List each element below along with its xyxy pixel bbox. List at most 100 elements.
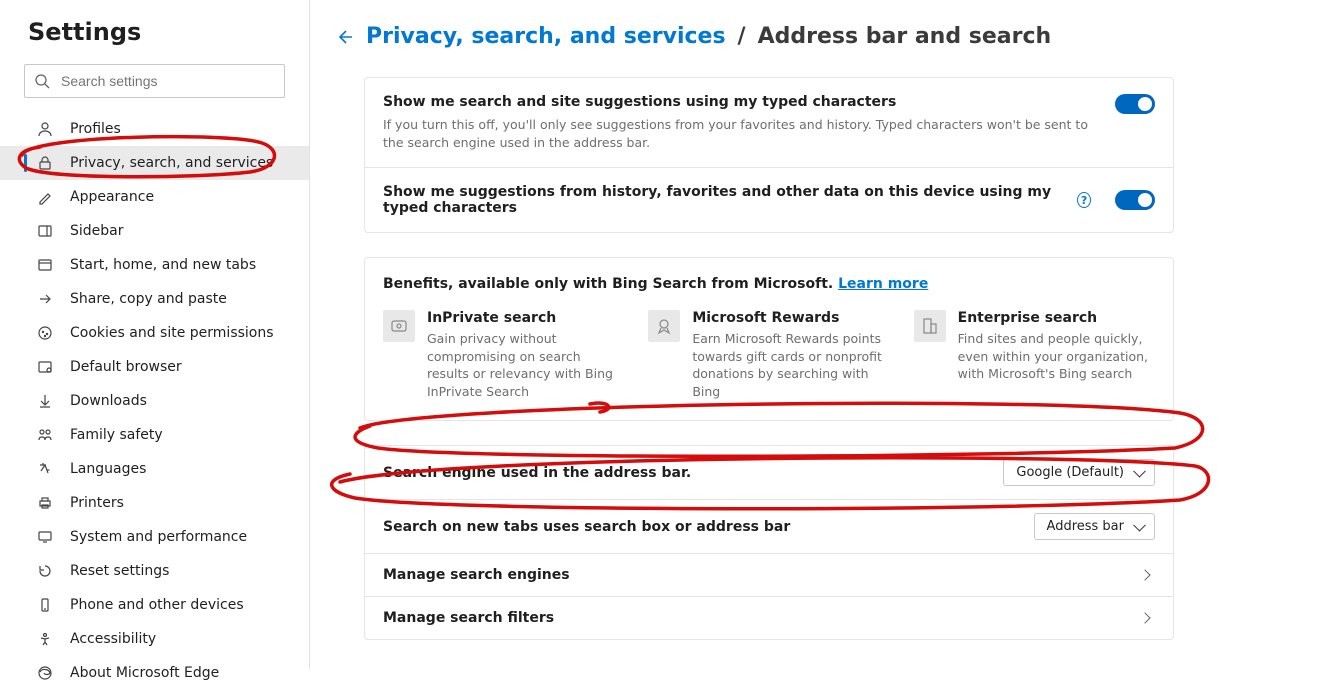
- sidebar-item-label: About Microsoft Edge: [70, 665, 219, 681]
- lock-icon: [36, 154, 54, 172]
- row-label: Search on new tabs uses search box or ad…: [383, 519, 790, 535]
- sidebar-item-label: Languages: [70, 461, 146, 477]
- sidebar-item-label: Default browser: [70, 359, 182, 375]
- sidebar-item-label: Start, home, and new tabs: [70, 257, 256, 273]
- sidebar-item-family[interactable]: Family safety: [0, 418, 309, 452]
- search-engine-dropdown[interactable]: Google (Default): [1003, 459, 1155, 486]
- row-desc: If you turn this off, you'll only see su…: [383, 116, 1091, 151]
- dropdown-value: Google (Default): [1016, 465, 1124, 480]
- sidebar-item-phone[interactable]: Phone and other devices: [0, 588, 309, 622]
- sidebar-item-label: Profiles: [70, 121, 121, 137]
- paint-icon: [36, 188, 54, 206]
- row-label: Search engine used in the address bar.: [383, 465, 691, 481]
- sidebar-item-sidebar[interactable]: Sidebar: [0, 214, 309, 248]
- benefit-title: Enterprise search: [958, 310, 1155, 326]
- sidebar-item-label: Cookies and site permissions: [70, 325, 274, 341]
- sidebar-item-label: Reset settings: [70, 563, 169, 579]
- browser-icon: [36, 358, 54, 376]
- row-label: Manage search engines: [383, 567, 570, 583]
- benefit-title: Microsoft Rewards: [692, 310, 889, 326]
- sidebar-item-start[interactable]: Start, home, and new tabs: [0, 248, 309, 282]
- row-manage-engines[interactable]: Manage search engines: [365, 554, 1173, 597]
- share-icon: [36, 290, 54, 308]
- help-icon[interactable]: ?: [1077, 192, 1091, 208]
- profile-icon: [36, 120, 54, 138]
- home-icon: [36, 256, 54, 274]
- sidebar-item-default-browser[interactable]: Default browser: [0, 350, 309, 384]
- sidebar-item-printers[interactable]: Printers: [0, 486, 309, 520]
- row-title: Show me search and site suggestions usin…: [383, 94, 1091, 110]
- panel-icon: [36, 222, 54, 240]
- sidebar-item-label: Appearance: [70, 189, 154, 205]
- toggle-typed-suggestions[interactable]: [1115, 94, 1155, 114]
- sidebar-item-privacy[interactable]: Privacy, search, and services: [0, 146, 309, 180]
- suggestions-card: Show me search and site suggestions usin…: [364, 77, 1174, 233]
- newtab-search-dropdown[interactable]: Address bar: [1034, 513, 1155, 540]
- sidebar-item-system[interactable]: System and performance: [0, 520, 309, 554]
- benefits-card: Benefits, available only with Bing Searc…: [364, 257, 1174, 421]
- sidebar-item-reset[interactable]: Reset settings: [0, 554, 309, 588]
- sidebar-item-label: Sidebar: [70, 223, 124, 239]
- suggestion-row-history: Show me suggestions from history, favori…: [365, 167, 1173, 232]
- chevron-right-icon: [1139, 569, 1150, 580]
- benefit-desc: Find sites and people quickly, even with…: [958, 330, 1155, 383]
- benefit-inprivate: InPrivate search Gain privacy without co…: [383, 310, 624, 400]
- suggestion-row-typed: Show me search and site suggestions usin…: [365, 78, 1173, 167]
- inprivate-icon: [383, 310, 415, 342]
- settings-nav: Profiles Privacy, search, and services A…: [0, 112, 309, 690]
- sidebar-item-cookies[interactable]: Cookies and site permissions: [0, 316, 309, 350]
- sidebar-item-appearance[interactable]: Appearance: [0, 180, 309, 214]
- language-icon: [36, 460, 54, 478]
- breadcrumb: Privacy, search, and services / Address …: [334, 24, 1280, 49]
- row-title-text: Show me suggestions from history, favori…: [383, 184, 1069, 216]
- breadcrumb-parent-link[interactable]: Privacy, search, and services: [366, 24, 726, 49]
- benefit-title: InPrivate search: [427, 310, 624, 326]
- benefit-rewards: Microsoft Rewards Earn Microsoft Rewards…: [648, 310, 889, 400]
- benefit-desc: Gain privacy without compromising on sea…: [427, 330, 624, 400]
- sidebar-item-label: Downloads: [70, 393, 147, 409]
- sidebar-item-languages[interactable]: Languages: [0, 452, 309, 486]
- download-icon: [36, 392, 54, 410]
- benefits-grid: InPrivate search Gain privacy without co…: [365, 296, 1173, 420]
- cookie-icon: [36, 324, 54, 342]
- row-search-engine: Search engine used in the address bar. G…: [365, 446, 1173, 500]
- learn-more-link[interactable]: Learn more: [838, 276, 928, 292]
- sidebar-item-accessibility[interactable]: Accessibility: [0, 622, 309, 656]
- reset-icon: [36, 562, 54, 580]
- settings-sidebar: Settings Profiles Privacy, search, and s…: [0, 0, 310, 669]
- search-settings-input[interactable]: [24, 64, 285, 98]
- sidebar-item-about[interactable]: About Microsoft Edge: [0, 656, 309, 690]
- accessibility-icon: [36, 630, 54, 648]
- sidebar-item-share[interactable]: Share, copy and paste: [0, 282, 309, 316]
- sidebar-item-label: Share, copy and paste: [70, 291, 227, 307]
- sidebar-item-label: Phone and other devices: [70, 597, 244, 613]
- row-label: Manage search filters: [383, 610, 554, 626]
- sidebar-item-label: Privacy, search, and services: [70, 155, 273, 171]
- settings-main: Privacy, search, and services / Address …: [310, 0, 1340, 669]
- row-manage-filters[interactable]: Manage search filters: [365, 597, 1173, 639]
- benefits-heading: Benefits, available only with Bing Searc…: [365, 258, 1173, 296]
- sidebar-item-label: Family safety: [70, 427, 163, 443]
- back-button[interactable]: [334, 27, 354, 47]
- search-settings-wrap: [24, 64, 285, 98]
- search-options-card: Search engine used in the address bar. G…: [364, 445, 1174, 640]
- toggle-history-suggestions[interactable]: [1115, 190, 1155, 210]
- sidebar-item-label: Printers: [70, 495, 124, 511]
- rewards-icon: [648, 310, 680, 342]
- enterprise-icon: [914, 310, 946, 342]
- benefits-heading-text: Benefits, available only with Bing Searc…: [383, 276, 838, 292]
- dropdown-value: Address bar: [1047, 519, 1124, 534]
- family-icon: [36, 426, 54, 444]
- breadcrumb-current: Address bar and search: [758, 24, 1052, 49]
- phone-icon: [36, 596, 54, 614]
- arrow-left-icon: [334, 27, 354, 47]
- sidebar-item-downloads[interactable]: Downloads: [0, 384, 309, 418]
- breadcrumb-separator: /: [738, 24, 746, 49]
- sidebar-item-profiles[interactable]: Profiles: [0, 112, 309, 146]
- system-icon: [36, 528, 54, 546]
- settings-title: Settings: [28, 18, 309, 46]
- row-title: Show me suggestions from history, favori…: [383, 184, 1091, 216]
- printer-icon: [36, 494, 54, 512]
- chevron-right-icon: [1139, 612, 1150, 623]
- benefit-enterprise: Enterprise search Find sites and people …: [914, 310, 1155, 400]
